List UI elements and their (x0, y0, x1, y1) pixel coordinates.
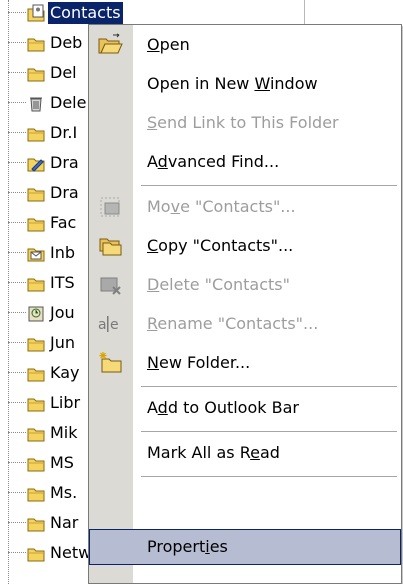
tree-connector (8, 222, 26, 223)
menu-item-add-to-outlook-bar[interactable]: Add to Outlook Bar (89, 390, 401, 426)
move-folder-icon (100, 197, 120, 217)
folder-icon (27, 428, 45, 442)
tree-item-label: Dele (50, 93, 87, 112)
deleted-items-icon (30, 97, 42, 112)
tree-connector (8, 342, 26, 343)
menu-separator (141, 476, 397, 477)
tree-connector (8, 432, 26, 433)
menu-item-label: Delete "Contacts" (147, 275, 290, 294)
tree-connector (8, 162, 26, 163)
menu-item-label: Add to Outlook Bar (147, 398, 299, 417)
folder-icon (27, 548, 45, 562)
tree-item-label: Contacts (48, 2, 123, 24)
folder-icon (27, 368, 45, 382)
tree-connector (8, 312, 26, 313)
tree-item-label: Dr.I (50, 123, 78, 142)
drafts-icon (27, 158, 45, 172)
open-folder-icon (98, 33, 123, 54)
tree-item-label: Nar (50, 513, 79, 532)
folder-icon (27, 278, 45, 292)
folder-icon (27, 38, 45, 52)
tree-item-label: Dra (50, 183, 79, 202)
tree-item-label: Ms. (50, 483, 78, 502)
tree-connector (8, 372, 26, 373)
menu-item-open-new-window[interactable]: Open in New Window (89, 66, 401, 102)
menu-item-send-link[interactable]: Send Link to This Folder (89, 105, 401, 141)
tree-connector (8, 252, 26, 253)
menu-item-label: Open (147, 35, 190, 54)
tree-item-label: Del (50, 63, 77, 82)
folder-icon (27, 458, 45, 472)
menu-item-properties[interactable]: Properties (89, 529, 401, 565)
folder-icon (27, 518, 45, 532)
folder-context-menu: Open Open in New Window Send Link to Thi… (88, 24, 402, 584)
tree-connector (8, 12, 26, 13)
folder-icon (27, 68, 45, 82)
tree-connector (8, 492, 26, 493)
tree-item-label: Mik (50, 423, 78, 442)
tree-item-label: Kay (50, 363, 80, 382)
journal-icon (28, 306, 44, 322)
folder-icon (27, 128, 45, 142)
tree-connector (8, 462, 26, 463)
tree-connector (8, 132, 26, 133)
tree-item-label: MS (50, 453, 74, 472)
rename-icon: a e (98, 316, 119, 333)
menu-item-label: Mark All as Read (147, 443, 280, 462)
tree-connector (8, 42, 26, 43)
menu-item-advanced-find[interactable]: Advanced Find... (89, 144, 401, 180)
menu-item-label: Send Link to This Folder (147, 113, 339, 132)
menu-item-mark-all-read[interactable]: Mark All as Read (89, 435, 401, 471)
new-folder-icon (99, 352, 122, 373)
menu-item-label: Move "Contacts"... (147, 197, 296, 216)
folder-icon (27, 488, 45, 502)
tree-item[interactable]: Contacts (0, 1, 304, 25)
tree-connector (8, 552, 26, 553)
inbox-icon (27, 248, 45, 262)
tree-connector (8, 282, 26, 283)
tree-connector (8, 402, 26, 403)
menu-item-open[interactable]: Open (89, 27, 401, 63)
menu-item-label: Properties (147, 537, 228, 556)
tree-item-label: Jun (50, 333, 75, 352)
tree-item-label: Jou (50, 303, 75, 322)
folder-icon (27, 338, 45, 352)
tree-connector (8, 192, 26, 193)
tree-connector (8, 72, 26, 73)
folder-icon (27, 188, 45, 202)
menu-item-label: New Folder... (147, 353, 251, 372)
svg-text:a: a (98, 317, 107, 333)
contacts-folder-icon (27, 4, 45, 22)
menu-item-label: Rename "Contacts"... (147, 314, 319, 333)
tree-item-label: Deb (50, 33, 83, 52)
svg-text:e: e (110, 317, 119, 333)
tree-item-label: Fac (50, 213, 77, 232)
tree-connector (8, 102, 26, 103)
menu-item-label: Advanced Find... (147, 152, 280, 171)
menu-separator (141, 431, 397, 432)
menu-separator (141, 386, 397, 387)
folder-icon (27, 218, 45, 232)
menu-item-delete[interactable]: Delete "Contacts" (89, 267, 401, 303)
tree-item-label: Libr (50, 393, 81, 412)
tree-item-label: ITS (50, 273, 75, 292)
delete-folder-icon (100, 277, 121, 295)
menu-item-label: Copy "Contacts"... (147, 236, 294, 255)
menu-separator (141, 185, 397, 186)
tree-item-label: Inb (50, 243, 76, 262)
menu-item-move[interactable]: Move "Contacts"... (89, 189, 401, 225)
tree-item-label: Dra (50, 153, 79, 172)
copy-folder-icon (99, 238, 122, 256)
menu-item-copy[interactable]: Copy "Contacts"... (89, 228, 401, 264)
folder-icon (27, 398, 45, 412)
menu-item-new-folder[interactable]: New Folder... (89, 345, 401, 381)
menu-item-rename[interactable]: a e Rename "Contacts"... (89, 306, 401, 342)
menu-item-label: Open in New Window (147, 74, 318, 93)
tree-connector (8, 522, 26, 523)
